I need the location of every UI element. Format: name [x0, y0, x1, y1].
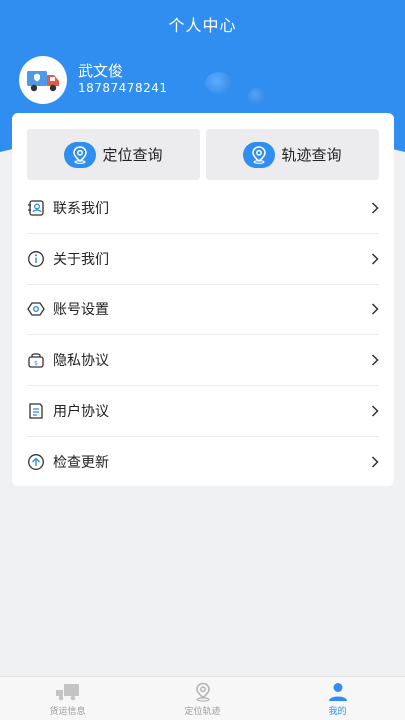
menu-item-check-update[interactable]: 检查更新	[27, 437, 379, 488]
settings-icon	[27, 300, 45, 318]
chevron-right-icon	[371, 405, 379, 417]
truck-icon	[27, 71, 59, 92]
decorative-bubble	[205, 72, 233, 94]
location-pin-icon	[64, 141, 97, 168]
menu-item-label: 账号设置	[53, 302, 109, 319]
location-query-label: 定位查询	[102, 146, 163, 164]
tab-label: 我的	[328, 707, 347, 717]
menu-item-label: 关于我们	[53, 251, 109, 268]
decorative-bubble	[248, 88, 266, 104]
chevron-right-icon	[371, 456, 379, 468]
track-pin-icon	[243, 141, 276, 168]
menu-item-label: 隐私协议	[53, 353, 109, 370]
tab-label: 定位轨迹	[184, 707, 221, 717]
chevron-right-icon	[371, 303, 379, 316]
user-name: 武文俊	[78, 62, 124, 80]
page-title: 个人中心	[168, 16, 237, 35]
track-query-label: 轨迹查询	[281, 146, 342, 164]
tab-label: 货运信息	[49, 707, 86, 717]
menu-card: 定位查询 轨迹查询 联系我们 关于我们 账号设置 $ 隐私协议 用户协议 检查更…	[12, 113, 394, 486]
chevron-right-icon	[371, 253, 379, 265]
tab-location-track[interactable]: 定位轨迹	[135, 677, 270, 720]
tab-mine[interactable]: 我的	[270, 677, 405, 720]
menu-item-account-settings[interactable]: 账号设置	[27, 285, 379, 336]
contact-icon	[27, 199, 45, 217]
agreement-icon	[27, 402, 45, 420]
location-query-button[interactable]: 定位查询	[27, 129, 200, 180]
menu-item-privacy[interactable]: $ 隐私协议	[27, 335, 379, 387]
user-phone: 18787478241	[78, 81, 168, 95]
update-icon	[27, 453, 45, 471]
menu-item-user-agreement[interactable]: 用户协议	[27, 386, 379, 437]
svg-text:$: $	[34, 360, 38, 367]
menu-item-about[interactable]: 关于我们	[27, 234, 379, 285]
chevron-right-icon	[371, 354, 379, 366]
settings-menu: 联系我们 关于我们 账号设置 $ 隐私协议 用户协议 检查更新	[27, 183, 379, 488]
info-icon	[27, 250, 45, 268]
tab-freight-info[interactable]: 货运信息	[0, 677, 135, 720]
person-icon	[328, 683, 347, 701]
avatar[interactable]	[19, 56, 67, 104]
location-pin-icon	[195, 682, 210, 702]
privacy-icon: $	[27, 351, 45, 369]
menu-item-label: 用户协议	[53, 404, 109, 421]
menu-item-contact[interactable]: 联系我们	[27, 183, 379, 234]
track-query-button[interactable]: 轨迹查询	[206, 129, 379, 180]
bottom-tab-bar: 货运信息 定位轨迹 我的	[0, 676, 405, 720]
menu-item-label: 联系我们	[53, 200, 109, 217]
menu-item-label: 检查更新	[53, 455, 109, 472]
truck-icon	[55, 684, 79, 701]
chevron-right-icon	[371, 202, 379, 214]
